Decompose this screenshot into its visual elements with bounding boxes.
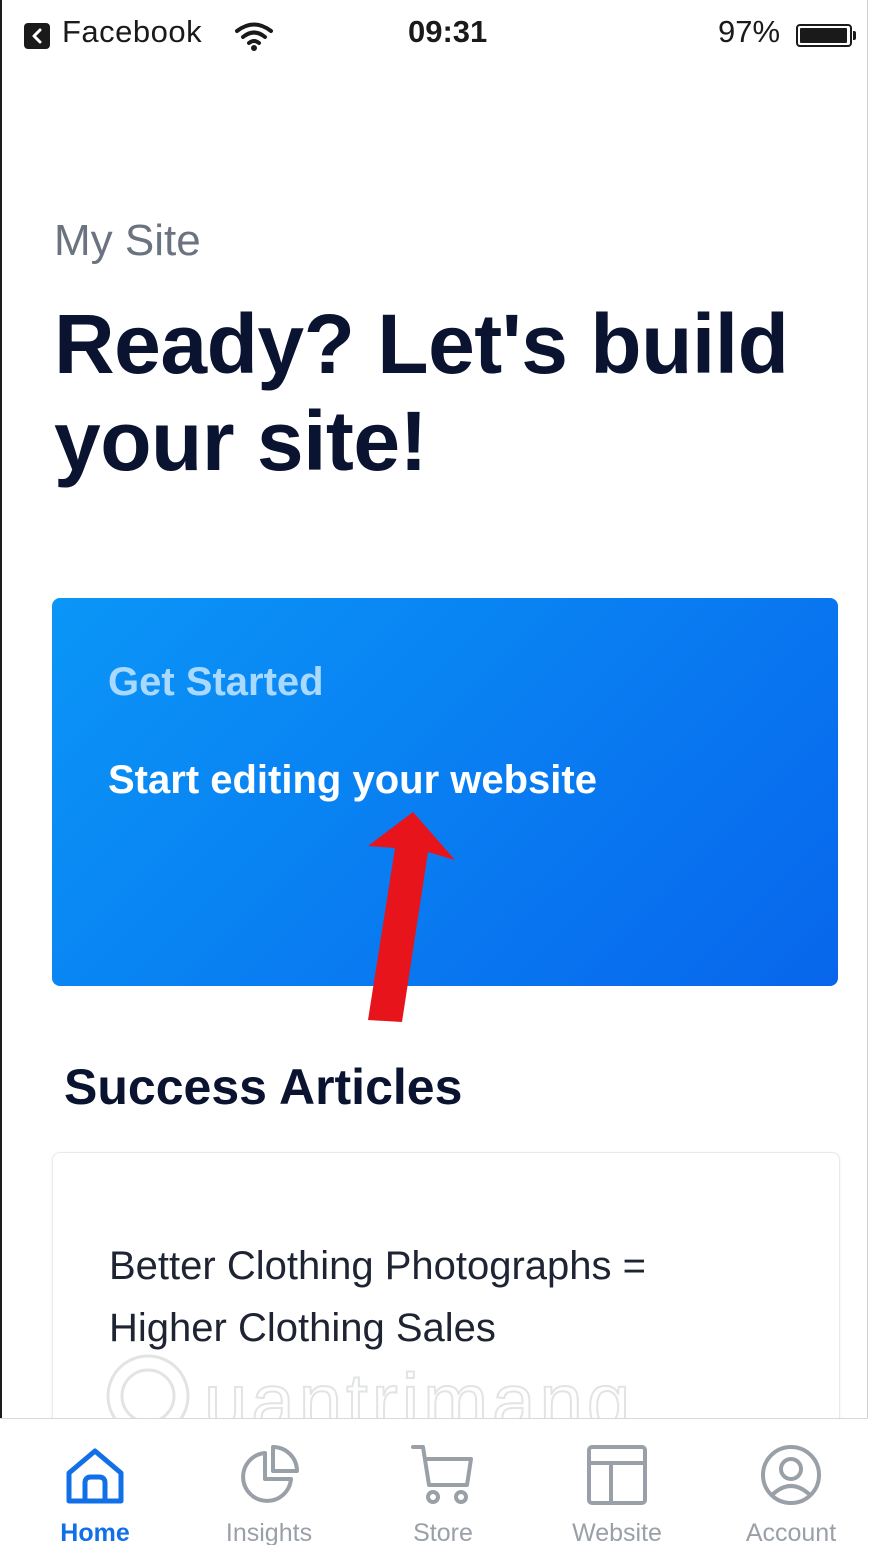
wifi-icon: [234, 20, 274, 57]
home-icon: [66, 1448, 124, 1504]
status-time: 09:31: [408, 14, 488, 49]
success-articles-heading: Success Articles: [64, 1059, 463, 1115]
back-app-name[interactable]: Facebook: [62, 14, 202, 50]
layout-icon: [587, 1445, 647, 1505]
site-label: My Site: [54, 216, 201, 265]
battery-fill: [800, 28, 847, 43]
bottom-tab-bar: Home Insights Store Website Account: [0, 1418, 868, 1545]
get-started-eyebrow: Get Started: [108, 660, 324, 704]
tab-account[interactable]: Account: [704, 1419, 870, 1545]
tab-label-home: Home: [60, 1519, 130, 1545]
tab-label-website: Website: [572, 1519, 662, 1545]
article-card[interactable]: Better Clothing Photographs = Higher Clo…: [52, 1152, 840, 1454]
battery-icon: [796, 24, 852, 47]
cart-icon: [411, 1445, 473, 1504]
battery-percent: 97%: [718, 14, 781, 49]
tab-home[interactable]: Home: [8, 1419, 182, 1545]
tab-label-account: Account: [745, 1519, 837, 1545]
tab-store[interactable]: Store: [356, 1419, 530, 1545]
tab-website[interactable]: Website: [530, 1419, 704, 1545]
battery-tip: [853, 31, 856, 40]
tab-label-insights: Insights: [225, 1519, 313, 1545]
article-title[interactable]: Better Clothing Photographs = Higher Clo…: [109, 1235, 769, 1359]
get-started-card[interactable]: Get Started Start editing your website: [52, 598, 838, 986]
status-bar: Facebook 09:31 97%: [0, 0, 870, 72]
tab-label-store: Store: [413, 1519, 473, 1545]
tab-insights[interactable]: Insights: [182, 1419, 356, 1545]
page-title: Ready? Let's build your site!: [54, 297, 789, 488]
back-to-app-icon[interactable]: [24, 23, 50, 49]
start-editing-link[interactable]: Start editing your website: [108, 758, 597, 803]
pie-chart-icon: [241, 1445, 299, 1503]
user-circle-icon: [761, 1445, 821, 1505]
